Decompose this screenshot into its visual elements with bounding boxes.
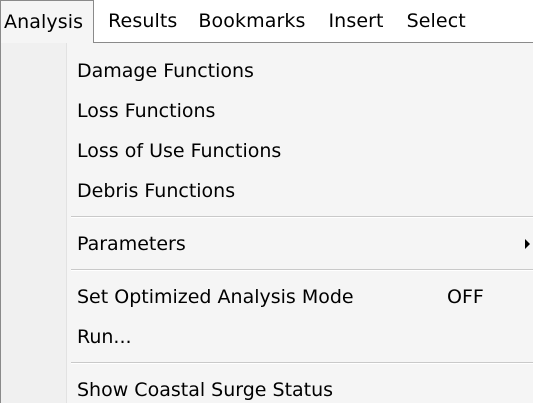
menu-item-label: Parameters [77,233,186,255]
menu-item-label: Run... [77,326,132,348]
menu-item-damage-functions[interactable]: Damage Functions [1,51,533,91]
menu-separator [71,269,533,271]
screen: Analysis Results Bookmarks Insert Select… [0,0,533,403]
menu-item-loss-functions[interactable]: Loss Functions [1,91,533,131]
submenu-arrow-icon [525,239,530,249]
menu-analysis[interactable]: Analysis [0,0,95,43]
menu-select[interactable]: Select [395,0,477,42]
menu-item-show-coastal-surge-status[interactable]: Show Coastal Surge Status [1,370,533,403]
menu-item-label: Damage Functions [77,60,254,82]
menu-item-set-optimized-analysis-mode[interactable]: Set Optimized Analysis Mode OFF [1,277,533,317]
menu-item-label: Show Coastal Surge Status [77,379,334,401]
menu-bar: Analysis Results Bookmarks Insert Select [0,0,533,43]
menu-item-run[interactable]: Run... [1,317,533,357]
menu-item-label: Loss Functions [77,100,216,122]
menu-bookmarks[interactable]: Bookmarks [188,0,316,42]
menu-separator [71,216,533,218]
menu-separator [71,362,533,364]
menu-item-parameters[interactable]: Parameters [1,224,533,264]
menu-item-label: Debris Functions [77,180,236,202]
menu-results[interactable]: Results [94,0,188,42]
menu-item-label: Set Optimized Analysis Mode [77,286,354,308]
menu-item-loss-of-use-functions[interactable]: Loss of Use Functions [1,131,533,171]
menu-insert[interactable]: Insert [316,0,394,42]
menu-item-debris-functions[interactable]: Debris Functions [1,171,533,211]
optimized-mode-status: OFF [447,286,484,308]
analysis-dropdown-menu: Damage Functions Loss Functions Loss of … [0,42,533,403]
menu-item-label: Loss of Use Functions [77,140,282,162]
